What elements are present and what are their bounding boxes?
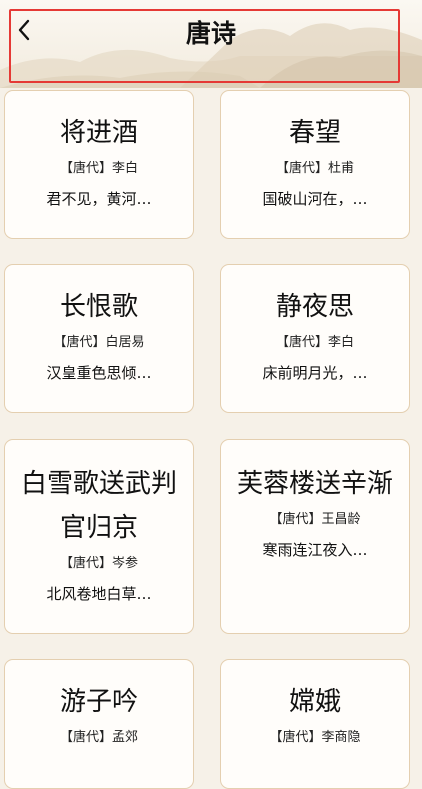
poem-excerpt: 寒雨连江夜入… — [262, 541, 368, 559]
poem-excerpt: 北风卷地白草… — [46, 585, 152, 603]
poem-card[interactable]: 嫦娥 【唐代】李商隐 — [220, 659, 410, 789]
poem-title: 嫦娥 — [288, 687, 341, 717]
poem-title: 春望 — [288, 118, 341, 148]
poem-title: 芙蓉楼送辛渐 — [236, 469, 393, 499]
poem-author: 【唐代】白居易 — [53, 335, 145, 350]
poem-card[interactable]: 静夜思 【唐代】李白 床前明月光，… — [220, 264, 410, 413]
poem-excerpt: 国破山河在，… — [262, 190, 368, 208]
poem-author: 【唐代】李白 — [59, 161, 138, 176]
poem-author: 【唐代】岑参 — [59, 556, 138, 571]
poem-excerpt: 君不见，黄河… — [46, 190, 152, 208]
poem-author: 【唐代】王昌龄 — [269, 512, 361, 527]
poem-title: 将进酒 — [59, 118, 138, 148]
poem-title: 白雪歌送武判官归京 — [20, 469, 177, 543]
poem-card[interactable]: 春望 【唐代】杜甫 国破山河在，… — [220, 90, 410, 239]
poem-author: 【唐代】李白 — [275, 335, 354, 350]
poem-card[interactable]: 芙蓉楼送辛渐 【唐代】王昌龄 寒雨连江夜入… — [220, 439, 410, 634]
poem-card[interactable]: 白雪歌送武判官归京 【唐代】岑参 北风卷地白草… — [4, 439, 194, 634]
poem-title: 长恨歌 — [59, 292, 138, 322]
page-title: 唐诗 — [185, 19, 236, 48]
poem-card[interactable]: 游子吟 【唐代】孟郊 — [4, 659, 194, 789]
poem-card[interactable]: 长恨歌 【唐代】白居易 汉皇重色思倾… — [4, 264, 194, 413]
poem-title: 游子吟 — [59, 687, 138, 717]
poem-author: 【唐代】孟郊 — [59, 730, 138, 745]
poem-card[interactable]: 将进酒 【唐代】李白 君不见，黄河… — [4, 90, 194, 239]
poem-excerpt: 汉皇重色思倾… — [46, 364, 152, 382]
poem-title: 静夜思 — [275, 292, 354, 322]
header-bar: 唐诗 — [0, 0, 422, 88]
poem-excerpt: 床前明月光，… — [262, 364, 368, 382]
poem-author: 【唐代】李商隐 — [269, 730, 361, 745]
poem-author: 【唐代】杜甫 — [275, 161, 354, 176]
